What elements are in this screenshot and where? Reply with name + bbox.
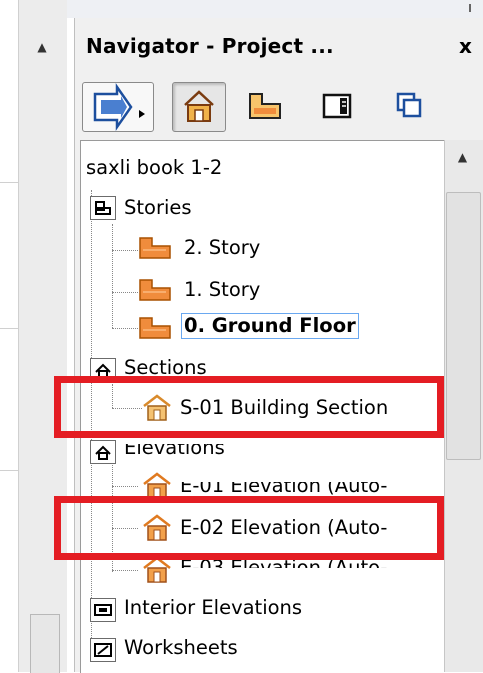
navigator-title: Navigator - Project ... [86,34,334,58]
story-item[interactable]: 2. Story [184,236,260,260]
worksheets-label[interactable]: Worksheets [124,636,238,660]
layout-sheet-icon [322,93,352,119]
house-map-icon [184,90,214,122]
tree-line [112,250,138,251]
left-scroll-tick [0,182,18,183]
highlight-box-elevation [54,496,444,560]
tree-scroll-up-icon[interactable]: ▲ [446,150,479,184]
view-map-button[interactable] [240,82,292,130]
layout-book-button[interactable] [312,82,364,130]
stories-label[interactable]: Stories [124,196,192,220]
interior-elevations-label[interactable]: Interior Elevations [124,596,302,620]
worksheets-folder-icon [90,638,116,662]
tree-root[interactable]: saxli book 1-2 [86,156,222,180]
story-item[interactable]: 1. Story [184,278,260,302]
close-button[interactable]: x [459,34,472,58]
left-scrollbar[interactable] [18,0,67,672]
project-map-button[interactable] [172,82,226,132]
tree-line [112,328,138,329]
publisher-sets-button[interactable] [384,82,436,130]
story-icon [249,93,281,119]
publish-arrow-icon [93,83,145,131]
left-scroll-up-icon[interactable]: ▲ [30,40,54,60]
publish-button[interactable] [82,82,154,132]
left-scroll-tick [0,328,18,329]
elevation-house-icon [142,556,172,584]
top-strip-mark [469,4,471,12]
story-icon [138,278,171,302]
story-icon [138,316,171,340]
stories-folder-icon [90,196,116,220]
interior-elevations-folder-icon [90,598,116,622]
left-scroll-bottom-button[interactable] [30,614,60,673]
clone-icon [396,92,422,118]
elevations-folder-icon [90,440,116,464]
tree-line [112,486,138,487]
tree-line [112,292,138,293]
story-item-selected[interactable]: 0. Ground Floor [181,313,359,339]
tree-scroll-thumb[interactable] [446,192,481,460]
story-icon [138,236,171,260]
tree-line [112,570,138,571]
tree-line [112,224,113,328]
highlight-box-section [54,376,444,438]
top-strip [0,0,483,18]
left-scroll-tick [0,470,18,471]
